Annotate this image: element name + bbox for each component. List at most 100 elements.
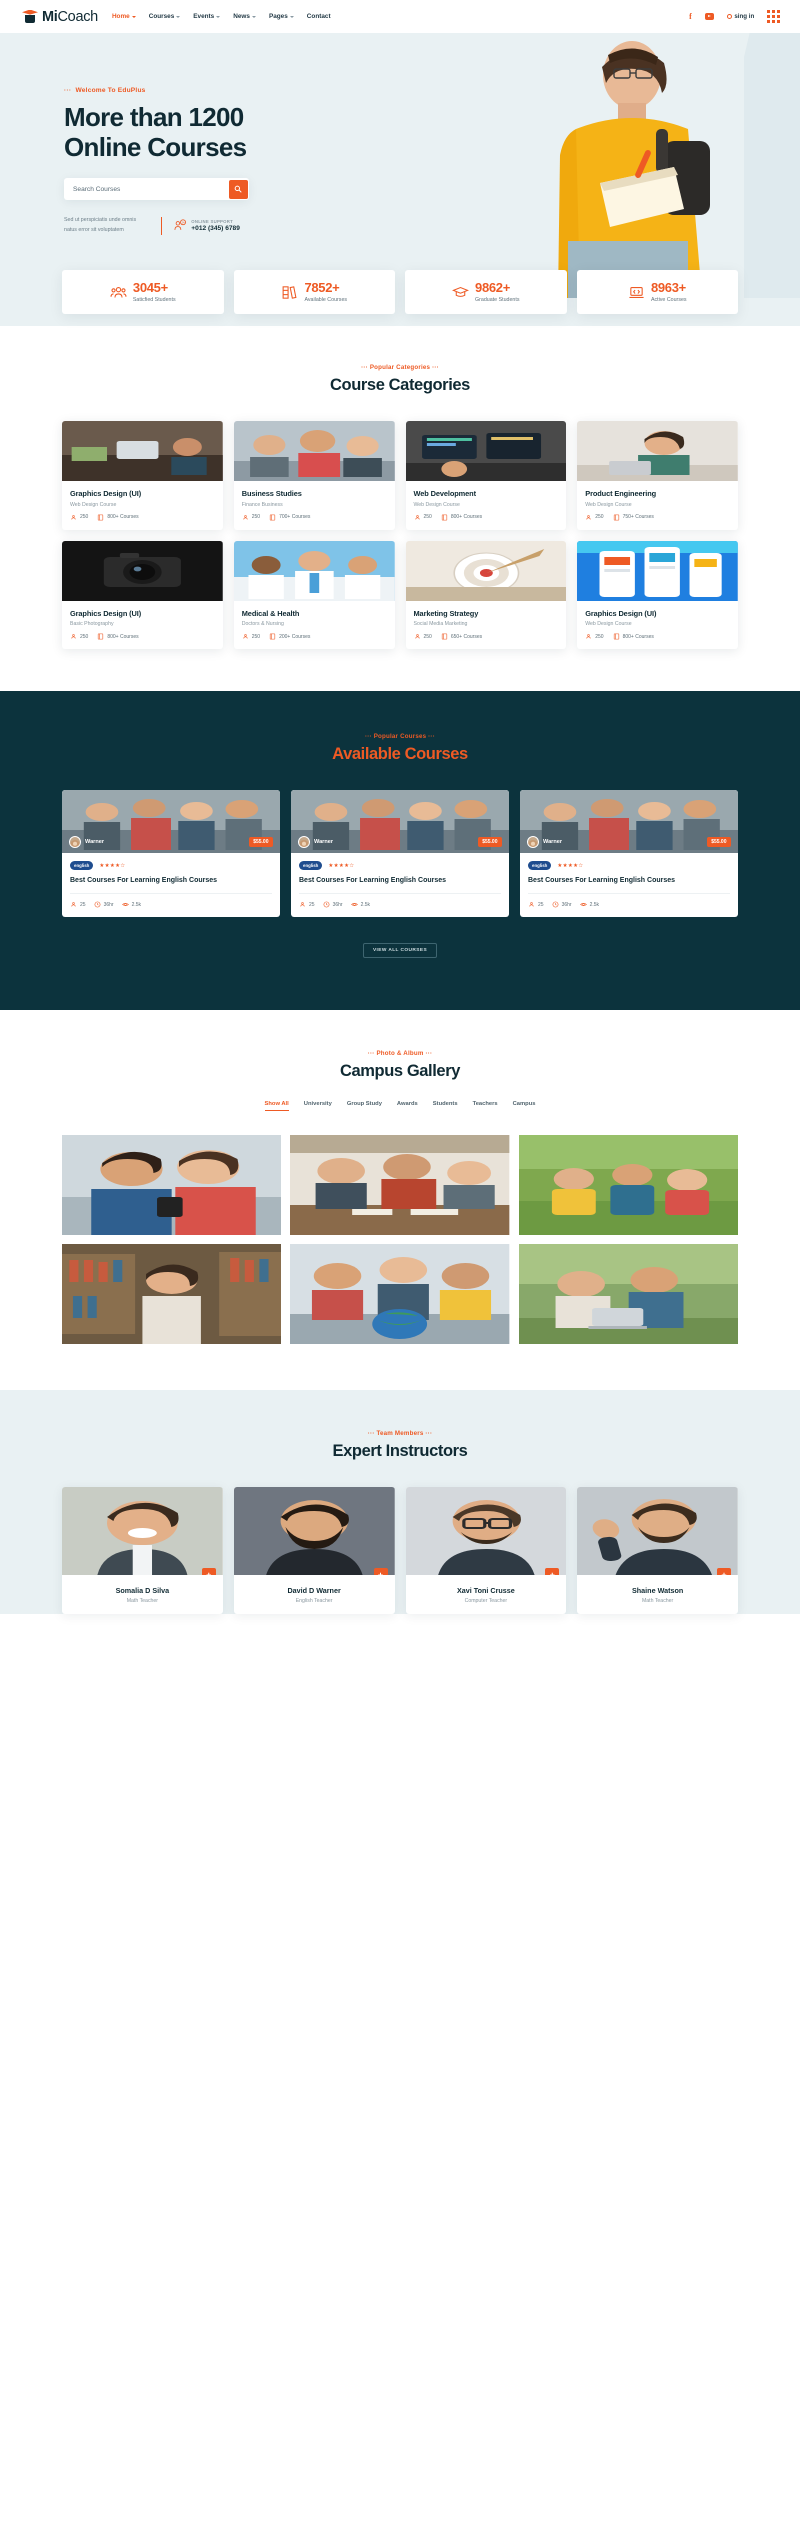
course-card[interactable]: Warner $55.00 english ★★★★☆ Best Courses… xyxy=(520,790,738,918)
plus-icon[interactable]: + xyxy=(545,1568,560,1576)
hero-content: ··· Welcome To EduPlus More than 1200 Onl… xyxy=(0,33,440,235)
category-card[interactable]: Marketing Strategy Social Media Marketin… xyxy=(405,540,567,649)
eye-icon xyxy=(350,903,358,907)
signin-label: sing in xyxy=(734,13,755,20)
section-eyebrow-text: Photo & Album xyxy=(376,1050,424,1058)
hero-search-bar[interactable] xyxy=(64,178,249,201)
nav-item-courses[interactable]: Courses xyxy=(149,13,181,20)
stat-label: Graduate Students xyxy=(475,296,520,303)
category-meta: 250 800+ Courses xyxy=(70,633,215,640)
support-phone[interactable]: +012 (345) 6789 xyxy=(191,225,240,232)
nav-item-pages[interactable]: Pages xyxy=(269,13,294,20)
gallery-section: ··· Photo & Album ··· Campus Gallery Sho… xyxy=(0,1010,800,1391)
plus-icon[interactable]: + xyxy=(717,1568,731,1576)
category-card[interactable]: Graphics Design (UI) Web Design Course 2… xyxy=(62,421,223,530)
stat-value: 9862+ xyxy=(475,280,511,296)
two-students-phone-photo[interactable] xyxy=(62,1135,282,1236)
filter-group-study[interactable]: Group Study xyxy=(347,1101,382,1111)
course-card[interactable]: Warner $55.00 english ★★★★☆ Best Courses… xyxy=(291,790,509,918)
category-card[interactable]: Product Engineering Web Design Course 25… xyxy=(577,421,738,530)
duration-meta: 36hr xyxy=(323,901,343,908)
rating-stars: ★★★★☆ xyxy=(557,862,584,869)
filter-teachers[interactable]: Teachers xyxy=(473,1101,498,1111)
instructor-card[interactable]: + Somalia D Silva Math Teacher xyxy=(62,1487,223,1615)
users-icon xyxy=(300,902,305,907)
hero-side-text: Sed ut perspiciatis unde omnis natus err… xyxy=(64,217,137,233)
category-card[interactable]: Graphics Design (UI) Basic Photography 2… xyxy=(62,540,223,649)
library-shelves-photo[interactable] xyxy=(62,1244,282,1345)
nav-item-contact[interactable]: Contact xyxy=(307,13,331,20)
course-card[interactable]: Warner $55.00 english ★★★★☆ Best Courses… xyxy=(62,790,280,918)
category-card[interactable]: Business Studies Finance Business 250 70… xyxy=(233,421,395,530)
instructor-card[interactable]: + David D Warner English Teacher xyxy=(233,1487,395,1615)
category-card[interactable]: Web Development Web Design Course 250 80… xyxy=(405,421,567,530)
category-title: Graphics Design (UI) xyxy=(70,608,142,618)
students-count: 250 xyxy=(251,633,261,640)
stat-card: 3045+ Saticfied Students xyxy=(62,270,224,314)
site-header: MiCoach Home Courses Events News Pages C… xyxy=(0,0,800,33)
brand-logo[interactable]: MiCoach xyxy=(22,9,98,25)
outdoor-laptop-students-photo[interactable] xyxy=(518,1244,738,1345)
search-input[interactable] xyxy=(64,185,229,193)
signin-link[interactable]: sing in xyxy=(726,13,755,20)
category-card[interactable]: Medical & Health Doctors & Nursing 250 2… xyxy=(233,540,395,649)
clock-icon xyxy=(94,901,100,908)
students-count: 250 xyxy=(423,633,432,640)
filter-campus[interactable]: Campus xyxy=(513,1101,536,1111)
instructor-card[interactable]: + Shaine Watson Math Teacher xyxy=(577,1487,738,1615)
students-count: 25 xyxy=(80,901,86,908)
category-meta: 250 200+ Courses xyxy=(242,633,387,640)
plus-icon[interactable]: + xyxy=(373,1568,388,1576)
facebook-icon[interactable]: f xyxy=(689,12,692,21)
nav-label: Contact xyxy=(306,13,331,20)
eye-icon xyxy=(121,903,129,907)
instructor-card[interactable]: + Xavi Toni Crusse Computer Teacher xyxy=(405,1487,567,1615)
filter-show-all[interactable]: Show All xyxy=(264,1101,289,1112)
grid-menu-icon[interactable] xyxy=(767,10,780,23)
team-meeting-photo xyxy=(233,421,395,481)
filter-students[interactable]: Students xyxy=(433,1101,458,1111)
students-meta: 25 xyxy=(70,901,86,908)
category-card[interactable]: Graphics Design (UI) Web Design Course 2… xyxy=(577,540,738,649)
course-body: english ★★★★☆ Best Courses For Learning … xyxy=(291,853,509,917)
globe-study-group-photo[interactable] xyxy=(290,1244,510,1345)
courses-meta: 700+ Courses xyxy=(269,514,310,521)
book-icon xyxy=(613,514,619,520)
course-author-row: Warner $55.00 xyxy=(69,836,273,848)
view-all-courses-button[interactable]: VIEW ALL COURSES xyxy=(363,943,437,959)
language-badge: english xyxy=(299,861,323,870)
plus-icon[interactable]: + xyxy=(201,1568,216,1576)
eye-icon xyxy=(579,903,587,907)
nav-item-events[interactable]: Events xyxy=(193,13,221,20)
library-table-study-photo[interactable] xyxy=(290,1135,510,1236)
stat-value: 7852+ xyxy=(304,280,340,296)
users-group-icon xyxy=(110,286,127,297)
instructor-role: English Teacher xyxy=(295,1598,333,1605)
stat-card: 9862+ Graduate Students xyxy=(405,270,567,314)
dartboard-photo xyxy=(405,540,567,601)
instructors-section: ··· Team Members ··· Expert Instructors … xyxy=(0,1390,800,1615)
duration-meta: 36hr xyxy=(94,901,114,908)
students-on-grass-photo[interactable] xyxy=(518,1135,738,1236)
category-subtitle: Basic Photography xyxy=(70,621,114,627)
search-button[interactable] xyxy=(228,179,248,199)
section-title: Campus Gallery xyxy=(339,1062,461,1081)
nav-item-home[interactable]: Home xyxy=(112,13,136,20)
category-subtitle: Doctors & Nursing xyxy=(241,621,284,627)
users-icon xyxy=(243,514,248,520)
filter-awards[interactable]: Awards xyxy=(397,1101,418,1111)
filter-university[interactable]: University xyxy=(304,1101,332,1111)
duration-meta: 36hr xyxy=(552,901,572,908)
mobile-ui-photo xyxy=(577,540,738,601)
youtube-icon[interactable] xyxy=(704,13,714,20)
brand-text: MiCoach xyxy=(42,9,98,25)
page-root: MiCoach Home Courses Events News Pages C… xyxy=(0,0,800,1615)
category-meta: 250 700+ Courses xyxy=(242,514,387,521)
waving-man-photo: + xyxy=(577,1487,738,1576)
section-eyebrow: ··· Popular Categories ··· xyxy=(361,364,439,371)
user-circle-icon xyxy=(726,14,732,19)
category-body: Product Engineering Web Design Course 25… xyxy=(577,481,738,530)
rating-stars: ★★★★☆ xyxy=(99,862,126,869)
svg-text:24: 24 xyxy=(182,220,185,224)
nav-item-news[interactable]: News xyxy=(233,13,256,20)
